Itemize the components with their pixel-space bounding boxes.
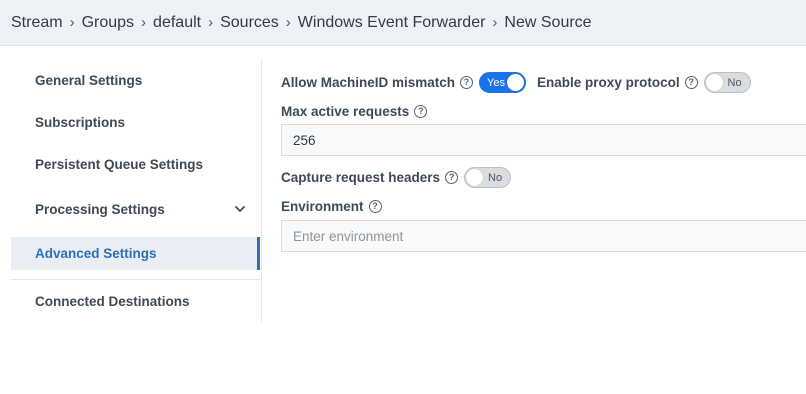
help-icon[interactable]: ?: [460, 76, 474, 89]
breadcrumb-groups[interactable]: Groups: [82, 14, 134, 32]
breadcrumb-stream[interactable]: Stream: [11, 14, 63, 32]
max-active-requests-row: Max active requests ?: [281, 104, 428, 119]
sidebar-item-general-settings[interactable]: General Settings: [11, 64, 260, 97]
allow-machineid-mismatch-label: Allow MachineID mismatch: [281, 75, 456, 90]
toggle-knob: [705, 74, 723, 91]
capture-request-headers-toggle[interactable]: No: [464, 167, 512, 188]
help-icon[interactable]: ?: [368, 200, 382, 213]
enable-proxy-protocol-toggle[interactable]: No: [703, 72, 751, 93]
toggle-state-label: No: [488, 171, 503, 184]
chevron-down-icon[interactable]: [234, 203, 246, 215]
environment-label: Environment: [281, 199, 364, 214]
toggle-state-label: No: [727, 76, 742, 89]
sidebar-item-label: Persistent Queue Settings: [35, 157, 204, 172]
sidebar-item-advanced-settings[interactable]: Advanced Settings: [11, 237, 260, 270]
sidebar-item-label: Connected Destinations: [35, 294, 190, 309]
sidebar-item-persistent-queue-settings[interactable]: Persistent Queue Settings: [11, 148, 260, 181]
advanced-settings-form: Allow MachineID mismatch ? Yes Enable pr…: [281, 0, 806, 394]
sidebar-item-label: General Settings: [35, 73, 143, 88]
allow-machineid-mismatch-toggle[interactable]: Yes: [479, 72, 527, 93]
breadcrumb-separator: ›: [69, 14, 75, 31]
sidebar-divider: [11, 279, 260, 280]
sidebar-item-label: Subscriptions: [35, 115, 126, 130]
sidebar-item-processing-settings[interactable]: Processing Settings: [11, 193, 260, 226]
help-icon[interactable]: ?: [414, 105, 428, 118]
toggle-knob: [507, 74, 525, 91]
allow-machineid-mismatch-row: Allow MachineID mismatch ? Yes Enable pr…: [281, 72, 751, 93]
sidebar-item-connected-destinations[interactable]: Connected Destinations: [11, 285, 260, 318]
help-icon[interactable]: ?: [684, 76, 698, 89]
enable-proxy-protocol-label: Enable proxy protocol: [537, 75, 680, 90]
environment-input[interactable]: [281, 220, 806, 252]
toggle-knob: [466, 169, 484, 186]
environment-row: Environment ?: [281, 199, 382, 214]
help-icon[interactable]: ?: [445, 171, 459, 184]
toggle-state-label: Yes: [487, 76, 505, 89]
breadcrumb-separator: ›: [208, 14, 214, 31]
breadcrumb-default[interactable]: default: [153, 14, 201, 32]
breadcrumb-separator: ›: [141, 14, 147, 31]
breadcrumb-sources[interactable]: Sources: [220, 14, 279, 32]
capture-request-headers-label: Capture request headers: [281, 170, 441, 185]
settings-sidebar: General Settings Subscriptions Persisten…: [11, 60, 262, 322]
sidebar-item-subscriptions[interactable]: Subscriptions: [11, 106, 260, 139]
sidebar-item-label: Advanced Settings: [35, 246, 157, 261]
sidebar-item-label: Processing Settings: [35, 202, 165, 217]
max-active-requests-input[interactable]: [281, 124, 806, 156]
max-active-requests-label: Max active requests: [281, 104, 410, 119]
capture-request-headers-row: Capture request headers ? No: [281, 167, 512, 188]
